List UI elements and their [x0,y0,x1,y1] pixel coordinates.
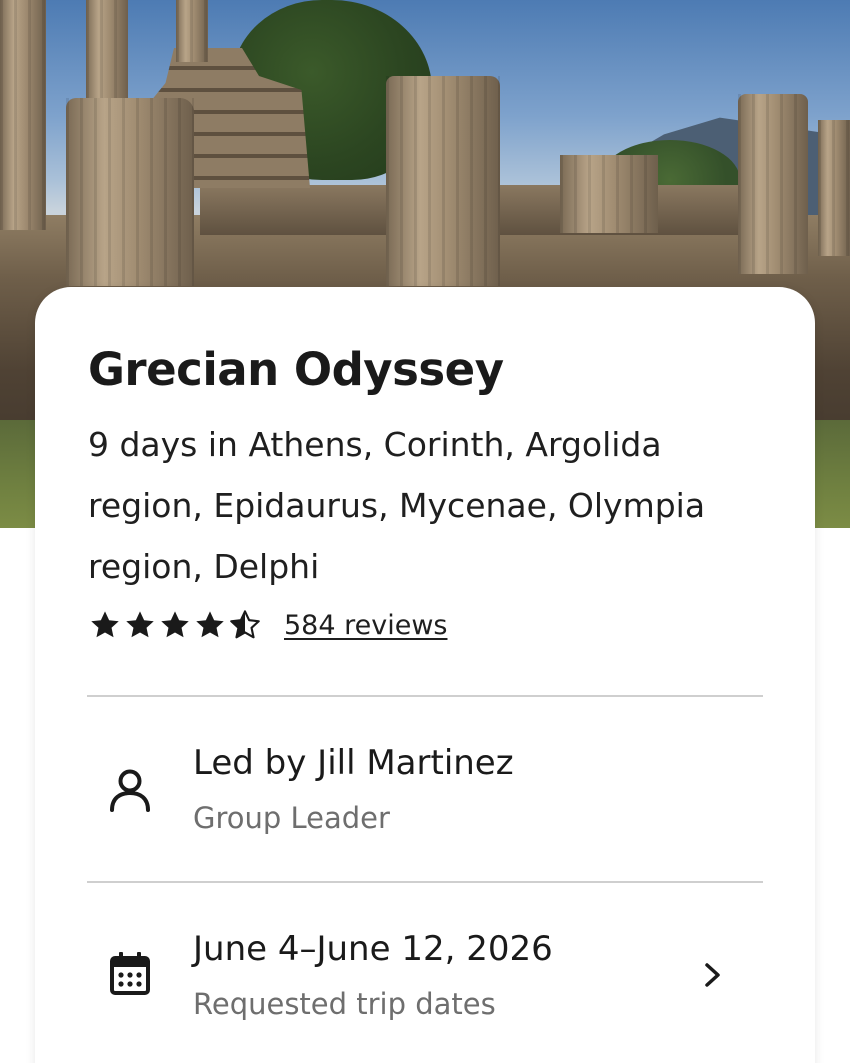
trip-title: Grecian Odyssey [88,343,504,396]
star-half-icon [228,609,262,641]
divider [87,695,763,697]
hero-column [818,120,850,256]
star-filled-icon [123,609,157,641]
rating-row: 584 reviews [88,605,447,645]
trip-detail-screen: Grecian Odyssey 9 days in Athens, Corint… [0,0,850,1063]
trip-dates-caption: Requested trip dates [193,987,496,1021]
trip-card: Grecian Odyssey 9 days in Athens, Corint… [35,287,815,1063]
chevron-right-icon[interactable] [701,955,725,995]
person-icon [105,765,155,815]
group-leader-row[interactable]: Led by Jill Martinez Group Leader [87,717,763,847]
group-leader-name: Led by Jill Martinez [193,743,514,783]
star-filled-icon [88,609,122,641]
hero-column [738,94,808,274]
star-rating [88,609,262,641]
trip-itinerary-summary: 9 days in Athens, Corinth, Argolida regi… [88,425,706,586]
hero-column [176,0,208,62]
hero-column [66,98,194,286]
trip-dates-row[interactable]: June 4–June 12, 2026 Requested trip date… [87,903,763,1033]
group-leader-role: Group Leader [193,801,390,835]
trip-date-range: June 4–June 12, 2026 [193,929,553,969]
hero-column [560,155,658,233]
reviews-link[interactable]: 584 reviews [284,610,447,641]
star-filled-icon [158,609,192,641]
hero-column [0,0,46,230]
hero-column [386,76,500,286]
divider [87,881,763,883]
star-filled-icon [193,609,227,641]
calendar-icon [105,949,155,999]
